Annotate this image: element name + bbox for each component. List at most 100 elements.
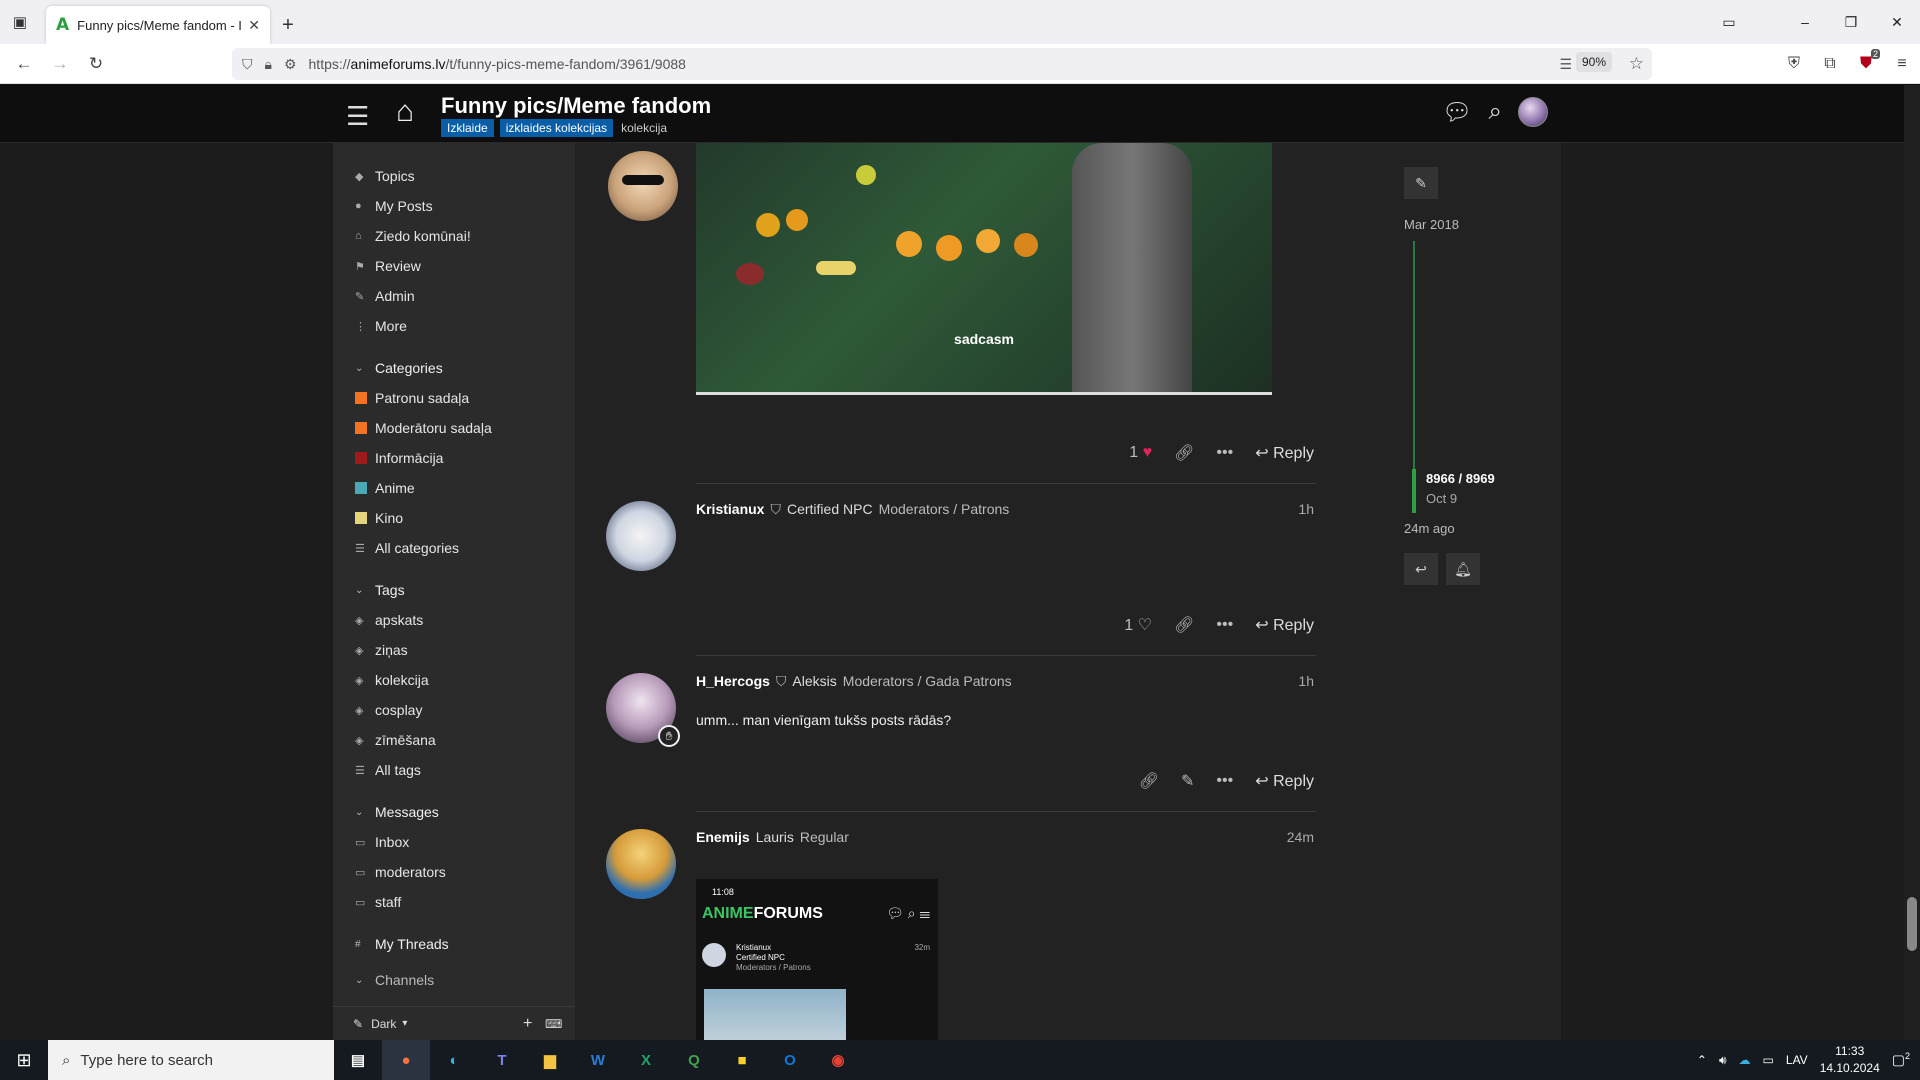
sidebar-tag[interactable]: ◈ apskats — [333, 605, 575, 635]
forward-button[interactable]: → — [42, 46, 78, 82]
sidebar-category[interactable]: Anime — [333, 473, 575, 503]
sidebar-item-topics[interactable]: ◆ Topics — [333, 161, 575, 191]
lock-icon[interactable]: 🔒︎ — [265, 56, 272, 73]
reply-button[interactable]: ↩ Reply — [1255, 443, 1314, 463]
notifications-icon[interactable]: ▢2 — [1892, 1051, 1910, 1069]
permissions-icon[interactable]: ⚙ — [284, 56, 297, 73]
copy-link-icon[interactable]: 🔗︎ — [1139, 771, 1159, 791]
network-icon[interactable]: ▭ — [1763, 1053, 1774, 1067]
outlook-icon[interactable]: O — [766, 1040, 814, 1080]
pocket-icon[interactable]: ⛨ — [1776, 55, 1812, 73]
ublock-icon[interactable]: ⛊ 2 — [1848, 49, 1884, 73]
windows-start-icon[interactable]: ⊞ — [0, 1040, 48, 1080]
reply-button[interactable]: ↩ Reply — [1255, 615, 1314, 635]
excel-icon[interactable]: X — [622, 1040, 670, 1080]
chrome-icon[interactable]: ◉ — [814, 1040, 862, 1080]
task-view-icon[interactable]: ▤ — [334, 1040, 382, 1080]
theme-selector[interactable]: Dark — [371, 1017, 396, 1031]
sidebar-tag[interactable]: ◈ cosplay — [333, 695, 575, 725]
search-icon[interactable]: ⌕ — [1488, 98, 1501, 126]
scrollbar-thumb[interactable] — [1907, 897, 1917, 951]
user-avatar[interactable] — [1517, 97, 1548, 127]
volume-icon[interactable]: 🔊︎ — [1719, 1053, 1727, 1068]
post-time[interactable]: 24m — [1287, 829, 1314, 845]
tag-link[interactable]: kolekcija — [619, 119, 669, 137]
app-menu-icon[interactable]: ≡ — [1884, 55, 1920, 73]
taskbar-search[interactable]: ⌕ Type here to search — [48, 1040, 334, 1080]
edit-icon[interactable]: ✎ — [1181, 771, 1194, 791]
sidebar-category[interactable]: Kino — [333, 503, 575, 533]
language-indicator[interactable]: LAV — [1786, 1053, 1808, 1067]
embedded-screenshot[interactable]: 11:08 ANIMEFORUMS 💬︎ ⌕ ☰ Kristianux Cert… — [696, 879, 938, 1040]
sidebar-item-donate[interactable]: ⌂ Ziedo komūnai! — [333, 221, 575, 251]
sidebar-item-review[interactable]: ⚑ Review — [333, 251, 575, 281]
post-username[interactable]: H_Hercogs — [696, 673, 770, 690]
chevron-up-icon[interactable]: ⌃ — [1697, 1053, 1707, 1067]
timeline-track[interactable] — [1413, 241, 1415, 473]
sticky-notes-icon[interactable]: ■ — [718, 1040, 766, 1080]
post-avatar-enemijs[interactable] — [606, 829, 676, 899]
sidebar-tag[interactable]: ◈ ziņas — [333, 635, 575, 665]
sidebar-category[interactable]: Moderātoru sadaļa — [333, 413, 575, 443]
categories-heading[interactable]: ⌄ Categories — [333, 353, 575, 383]
sidebar-inbox-staff[interactable]: ▭ staff — [333, 887, 575, 917]
hamburger-menu-icon[interactable]: ☰ — [346, 101, 369, 132]
post-time[interactable]: 1h — [1298, 673, 1314, 689]
home-icon[interactable]: ⌂ — [396, 95, 414, 129]
timeline-end-ago[interactable]: 24m ago — [1404, 521, 1455, 536]
teams-icon[interactable]: T — [478, 1040, 526, 1080]
sidebar-all-tags[interactable]: ☰ All tags — [333, 755, 575, 785]
sidebar-all-categories[interactable]: ☰ All categories — [333, 533, 575, 563]
restore-tab-icon[interactable]: ▭ — [1706, 0, 1752, 44]
reply-button[interactable]: ↩ Reply — [1255, 771, 1314, 791]
sidebar-tag[interactable]: ◈ zīmēšana — [333, 725, 575, 755]
like-button[interactable]: 1 ♥ — [1129, 444, 1152, 462]
sidebar-inbox-moderators[interactable]: ▭ moderators — [333, 857, 575, 887]
zoom-level[interactable]: 90% — [1576, 52, 1613, 72]
subcategory-chip[interactable]: izklaides kolekcijas — [499, 119, 614, 137]
more-actions-icon[interactable]: ••• — [1216, 616, 1233, 634]
messages-heading[interactable]: ⌄ Messages — [333, 797, 575, 827]
clock[interactable]: 11:33 14.10.2024 — [1820, 1043, 1880, 1077]
tab-overview-icon[interactable]: ▣ — [0, 0, 40, 44]
sidebar-category[interactable]: Patronu sadaļa — [333, 383, 575, 413]
post-image-market[interactable]: sadcasm — [696, 143, 1272, 395]
maximize-button[interactable]: ❐ — [1828, 0, 1874, 44]
like-button[interactable]: 1 ♡ — [1124, 615, 1152, 635]
copy-link-icon[interactable]: 🔗︎ — [1174, 443, 1194, 463]
notification-bell-button[interactable]: 🔔︎ — [1446, 553, 1480, 585]
my-threads-link[interactable]: # My Threads — [333, 929, 575, 959]
onedrive-icon[interactable]: ☁ — [1739, 1053, 1751, 1067]
sidebar-item-more[interactable]: ⋮ More — [333, 311, 575, 341]
topic-title[interactable]: Funny pics/Meme fandom — [441, 93, 711, 119]
back-button[interactable]: ← — [6, 46, 42, 82]
copy-link-icon[interactable]: 🔗︎ — [1174, 615, 1194, 635]
extensions-icon[interactable]: ⧉ — [1812, 55, 1848, 73]
channels-heading[interactable]: ⌄ Channels — [333, 965, 575, 995]
post-avatar-kristianux[interactable] — [606, 501, 676, 571]
timeline-handle[interactable] — [1412, 469, 1416, 513]
category-chip[interactable]: Izklaide — [441, 119, 494, 137]
word-icon[interactable]: W — [574, 1040, 622, 1080]
browser-tab[interactable]: A Funny pics/Meme fandom - Izk ✕ — [46, 6, 270, 44]
new-tab-button[interactable]: + — [270, 6, 306, 44]
post-avatar-cat[interactable] — [608, 151, 678, 221]
more-actions-icon[interactable]: ••• — [1216, 772, 1233, 790]
sidebar-inbox[interactable]: ▭ Inbox — [333, 827, 575, 857]
address-bar[interactable]: ⛉ 🔒︎ ⚙ https://animeforums.lv/t/funny-pi… — [232, 48, 1652, 80]
qgis-icon[interactable]: Q — [670, 1040, 718, 1080]
minimize-button[interactable]: – — [1782, 0, 1828, 44]
post-time[interactable]: 1h — [1298, 501, 1314, 517]
shield-icon[interactable]: ⛉ — [242, 56, 253, 73]
bookmark-star-icon[interactable]: ☆ — [1629, 54, 1644, 74]
timeline-start-date[interactable]: Mar 2018 — [1404, 217, 1459, 232]
tags-heading[interactable]: ⌄ Tags — [333, 575, 575, 605]
sidebar-category[interactable]: Informācija — [333, 443, 575, 473]
more-actions-icon[interactable]: ••• — [1216, 444, 1233, 462]
sidebar-item-my-posts[interactable]: ● My Posts — [333, 191, 575, 221]
sidebar-tag[interactable]: ◈ kolekcija — [333, 665, 575, 695]
close-window-button[interactable]: ✕ — [1874, 0, 1920, 44]
file-explorer-icon[interactable]: ▆ — [526, 1040, 574, 1080]
keyboard-icon[interactable]: ⌨ — [545, 1017, 562, 1031]
post-username[interactable]: Kristianux — [696, 501, 764, 518]
